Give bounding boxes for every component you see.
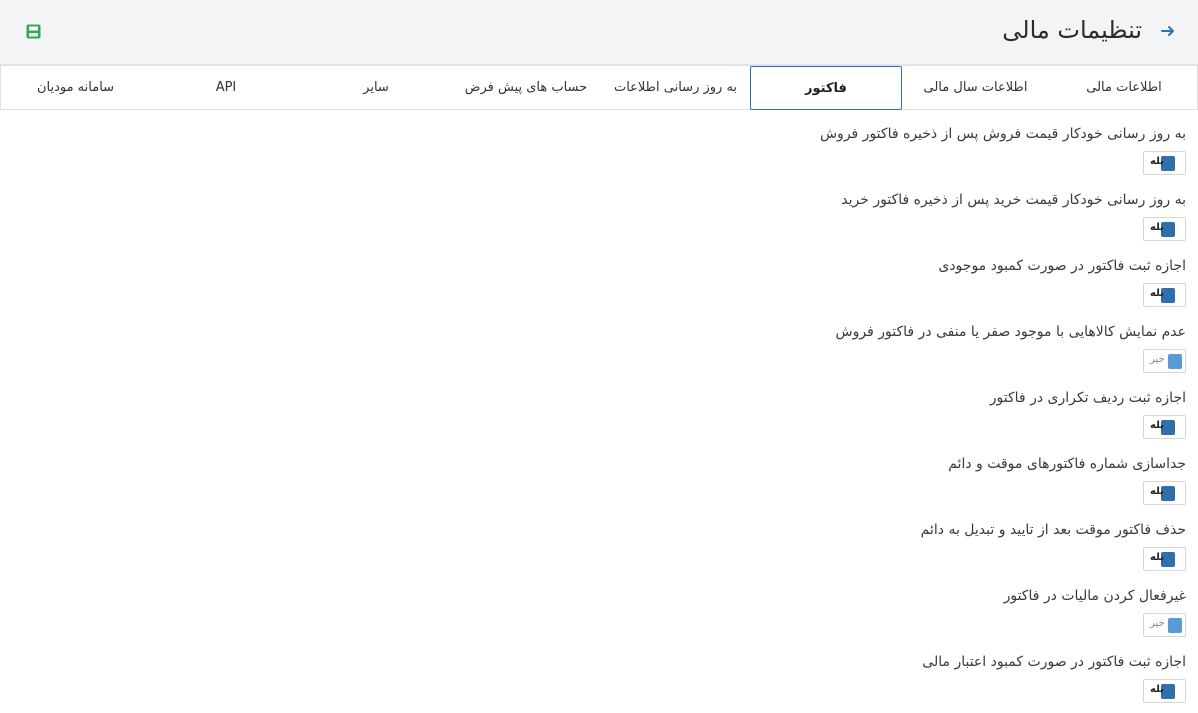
setting-label: اجازه ثبت فاکتور در صورت کمبود اعتبار ما… <box>922 654 1186 670</box>
setting-allow-invoice-insufficient-credit: اجازه ثبت فاکتور در صورت کمبود اعتبار ما… <box>386 638 1186 704</box>
toggle-switch[interactable]: بله <box>1143 217 1186 241</box>
tab-invoice[interactable]: فاکتور <box>750 66 902 110</box>
setting-disable-tax: غیرفعال کردن مالیات در فاکتور خیر <box>386 572 1186 638</box>
toggle-switch[interactable]: خیر <box>1143 349 1186 373</box>
setting-label: به روز رسانی خودکار قیمت فروش پس از ذخیر… <box>819 126 1186 142</box>
toggle-switch[interactable]: خیر <box>1143 613 1186 637</box>
save-icon[interactable] <box>26 24 41 39</box>
toggle-value: بله <box>1150 222 1164 233</box>
tab-financial-info[interactable]: اطلاعات مالی <box>1050 66 1198 110</box>
tab-api[interactable]: API <box>151 66 301 110</box>
toggle-value: بله <box>1150 486 1164 497</box>
setting-delete-temp-invoice: حذف فاکتور موقت بعد از تایید و تبدیل به … <box>386 506 1186 572</box>
toggle-value: بله <box>1150 156 1164 167</box>
tab-data-update[interactable]: به روز رسانی اطلاعات <box>601 66 750 110</box>
toggle-value: خیر <box>1150 354 1165 365</box>
tabs-left-border <box>0 66 1 110</box>
toggle-knob <box>1168 354 1182 369</box>
setting-allow-duplicate-rows: اجازه ثبت ردیف تکراری در فاکتور بله <box>386 374 1186 440</box>
toggle-value: بله <box>1150 552 1164 563</box>
toggle-value: بله <box>1150 420 1164 431</box>
settings-tabs: اطلاعات مالی اطلاعات سال مالی فاکتور به … <box>0 65 1198 110</box>
toggle-value: خیر <box>1150 618 1165 629</box>
tab-fiscal-year-info[interactable]: اطلاعات سال مالی <box>901 66 1050 110</box>
toggle-switch[interactable]: بله <box>1143 283 1186 307</box>
tab-default-accounts[interactable]: حساب های پیش فرض <box>451 66 601 110</box>
page-title: تنظیمات مالی <box>1002 16 1142 44</box>
toggle-switch[interactable]: بله <box>1143 151 1186 175</box>
toggle-switch[interactable]: بله <box>1143 415 1186 439</box>
toggle-value: بله <box>1150 684 1164 695</box>
setting-label: غیرفعال کردن مالیات در فاکتور <box>1003 588 1186 604</box>
setting-allow-invoice-insufficient-stock: اجازه ثبت فاکتور در صورت کمبود موجودی بل… <box>386 242 1186 308</box>
setting-auto-update-sale-price: به روز رسانی خودکار قیمت فروش پس از ذخیر… <box>386 110 1186 176</box>
toggle-switch[interactable]: بله <box>1143 547 1186 571</box>
tab-taxpayer-system[interactable]: سامانه مودیان <box>0 66 151 110</box>
setting-label: به روز رسانی خودکار قیمت خرید پس از ذخیر… <box>841 192 1186 208</box>
setting-label: اجازه ثبت ردیف تکراری در فاکتور <box>989 390 1186 406</box>
setting-label: جداسازی شماره فاکتورهای موقت و دائم <box>948 456 1186 472</box>
toggle-switch[interactable]: بله <box>1143 679 1186 703</box>
toggle-knob <box>1168 618 1182 633</box>
setting-label: عدم نمایش کالاهایی با موجود صفر یا منفی … <box>835 324 1186 340</box>
setting-separate-invoice-numbers: جداسازی شماره فاکتورهای موقت و دائم بله <box>386 440 1186 506</box>
setting-label: اجازه ثبت فاکتور در صورت کمبود موجودی <box>938 258 1186 274</box>
page-header: تنظیمات مالی <box>0 0 1198 65</box>
setting-hide-zero-stock-items: عدم نمایش کالاهایی با موجود صفر یا منفی … <box>386 308 1186 374</box>
toggle-value: بله <box>1150 288 1164 299</box>
setting-auto-update-purchase-price: به روز رسانی خودکار قیمت خرید پس از ذخیر… <box>386 176 1186 242</box>
arrow-right-icon[interactable] <box>1160 23 1176 39</box>
toggle-switch[interactable]: بله <box>1143 481 1186 505</box>
tab-other[interactable]: سایر <box>301 66 451 110</box>
setting-label: حذف فاکتور موقت بعد از تایید و تبدیل به … <box>920 522 1186 538</box>
